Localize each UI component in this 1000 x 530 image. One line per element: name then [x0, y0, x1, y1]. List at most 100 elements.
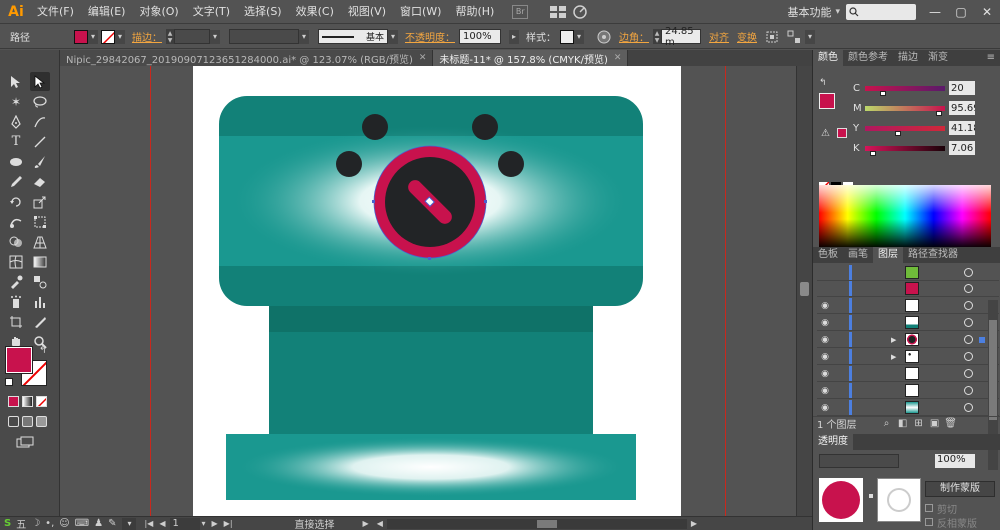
channel-k-field[interactable]: 7.06 — [949, 141, 975, 155]
menu-help[interactable]: 帮助(H) — [448, 0, 501, 24]
layer-row[interactable]: ◉ ▶ — [817, 349, 999, 365]
stroke-dropdown[interactable]: ▾ — [115, 29, 125, 44]
menu-object[interactable]: 对象(O) — [132, 0, 185, 24]
menu-edit[interactable]: 编辑(E) — [81, 0, 133, 24]
artboard-dropdown[interactable]: ▾ — [202, 519, 206, 528]
variable-width-profile[interactable] — [229, 29, 299, 44]
close-button[interactable]: ✕ — [974, 0, 1000, 24]
graphic-style-swatch[interactable] — [560, 29, 574, 44]
fill-stroke-widget[interactable]: ↰ — [5, 346, 51, 390]
tab-pathfinder[interactable]: 路径查找器 — [903, 247, 963, 263]
tab-gradient[interactable]: 渐变 — [923, 50, 953, 66]
layer-row-selected[interactable]: ◉ ▶ — [817, 332, 999, 348]
slice-tool-icon[interactable] — [30, 312, 50, 331]
ellipse-tool-icon[interactable] — [6, 152, 26, 171]
visibility-toggle[interactable]: ◉ — [817, 369, 833, 379]
opacity-dropdown[interactable]: ▸ — [509, 29, 519, 44]
lasso-tool-icon[interactable] — [30, 92, 50, 111]
horizontal-scrollbar[interactable] — [386, 518, 687, 529]
stroke-weight-field[interactable] — [174, 29, 210, 44]
target-circle[interactable] — [964, 284, 973, 293]
prev-artboard-button[interactable]: ◀ — [159, 519, 165, 528]
close-tab-icon[interactable]: ✕ — [419, 53, 427, 63]
tab-layers[interactable]: 图层 — [873, 247, 903, 263]
stroke-weight-stepper[interactable]: ▲ ▼ — [166, 29, 174, 44]
default-fill-stroke-icon[interactable] — [5, 378, 13, 386]
last-artboard-button[interactable]: ▶| — [224, 519, 233, 528]
symbol-sprayer-tool-icon[interactable] — [6, 292, 26, 311]
brush-definition[interactable]: 基本 — [318, 29, 388, 44]
pencil-tool-icon[interactable] — [6, 172, 26, 191]
out-of-gamut-icon[interactable]: ⚠ — [821, 128, 830, 139]
out-of-gamut-swatch[interactable] — [837, 128, 847, 138]
curvature-tool-icon[interactable] — [30, 112, 50, 131]
horizontal-scroll-thumb[interactable] — [536, 519, 557, 528]
pen-tool-icon[interactable] — [6, 112, 26, 131]
object-thumbnail[interactable] — [819, 478, 863, 522]
column-graph-tool-icon[interactable] — [30, 292, 50, 311]
fill-swatch[interactable] — [74, 29, 88, 44]
menu-view[interactable]: 视图(V) — [341, 0, 393, 24]
menu-select[interactable]: 选择(S) — [237, 0, 289, 24]
anchor-point[interactable] — [428, 257, 431, 260]
channel-c-field[interactable]: 20 — [949, 81, 975, 95]
transform-link[interactable]: 变换 — [733, 29, 761, 44]
fill-dropdown[interactable]: ▾ — [88, 29, 98, 44]
swap-fill-stroke-icon[interactable]: ↰ — [39, 346, 47, 356]
gradient-tool-icon[interactable] — [30, 252, 50, 271]
target-circle[interactable] — [964, 268, 973, 277]
status-menu-button[interactable]: ▶ — [363, 519, 369, 528]
mesh-tool-icon[interactable] — [6, 252, 26, 271]
menu-file[interactable]: 文件(F) — [30, 0, 81, 24]
slider-knob[interactable] — [870, 150, 877, 156]
eraser-tool-icon[interactable] — [30, 172, 50, 191]
align-link[interactable]: 对齐 — [705, 29, 733, 44]
blend-tool-icon[interactable] — [30, 272, 50, 291]
stroke-none-swatch[interactable] — [101, 29, 115, 44]
channel-y-field[interactable]: 41.18 — [949, 121, 975, 135]
layer-row[interactable] — [817, 265, 999, 281]
corner-link[interactable]: 边角： — [615, 29, 653, 44]
visibility-toggle[interactable]: ◉ — [817, 301, 833, 311]
clip-checkbox[interactable] — [925, 504, 933, 512]
dot[interactable] — [472, 114, 498, 140]
channel-c-slider[interactable] — [865, 85, 945, 96]
shape-options-icon[interactable] — [783, 28, 805, 46]
expand-arrow[interactable]: ▶ — [891, 353, 896, 361]
horizontal-scroll-left[interactable]: ◀ — [377, 519, 383, 528]
tab-color[interactable]: 颜色 — [813, 50, 843, 66]
channel-k-slider[interactable] — [865, 145, 945, 156]
type-tool-icon[interactable]: T — [6, 132, 26, 151]
channel-m-field[interactable]: 95.69 — [949, 101, 975, 115]
dot[interactable] — [336, 151, 362, 177]
control-bar-menu[interactable]: ▾ — [805, 29, 815, 44]
tab-color-guide[interactable]: 颜色参考 — [843, 50, 893, 66]
expand-arrow[interactable]: ▶ — [891, 336, 896, 344]
scale-tool-icon[interactable] — [30, 192, 50, 211]
base-block[interactable] — [226, 434, 636, 500]
slider-knob[interactable] — [895, 130, 902, 136]
next-artboard-button[interactable]: ▶ — [212, 519, 218, 528]
visibility-toggle[interactable]: ◉ — [817, 403, 833, 413]
minimize-button[interactable]: — — [922, 0, 948, 24]
visibility-toggle[interactable]: ◉ — [817, 318, 833, 328]
visibility-toggle[interactable]: ◉ — [817, 386, 833, 396]
stroke-panel-link[interactable]: 描边： — [128, 29, 166, 44]
make-mask-button[interactable]: 制作蒙版 — [925, 481, 995, 497]
profile-dropdown[interactable]: ▾ — [299, 29, 309, 44]
target-circle[interactable] — [964, 301, 973, 310]
layer-row[interactable]: ◉ — [817, 366, 999, 382]
transparency-opacity-field[interactable]: 100% — [935, 454, 975, 468]
rotate-tool-icon[interactable] — [6, 192, 26, 211]
target-circle[interactable] — [964, 403, 973, 412]
tab-transparency[interactable]: 透明度 — [813, 434, 853, 450]
opacity-panel-link[interactable]: 不透明度： — [401, 29, 459, 44]
swap-icon[interactable]: ↰ — [819, 78, 827, 88]
arrange-documents-icon[interactable] — [547, 3, 569, 21]
ime-toolbar[interactable]: S 五 ☽ •, ☺ ⌨ ♟ ✎ — [0, 516, 116, 530]
panel-menu-icon[interactable]: ≡ — [982, 50, 1000, 66]
tab-untitled-11[interactable]: 未标题-11* @ 157.8% (CMYK/预览) ✕ — [433, 50, 629, 66]
anchor-point[interactable] — [484, 200, 487, 203]
layer-row[interactable]: ◉ — [817, 315, 999, 331]
menu-type[interactable]: 文字(T) — [186, 0, 237, 24]
